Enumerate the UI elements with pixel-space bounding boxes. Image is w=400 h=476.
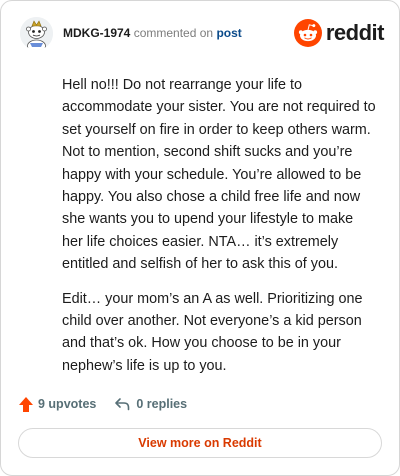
comment-meta: MDKG-1974 commented on post [63, 25, 242, 41]
action-text: commented on [133, 26, 214, 40]
comment-paragraph: Edit… your mom’s an A as well. Prioritiz… [62, 290, 363, 374]
post-link[interactable]: post [216, 26, 241, 40]
author-name[interactable]: MDKG-1974 [63, 26, 130, 40]
snoo-avatar-icon [20, 17, 53, 50]
upvote-arrow-icon [19, 396, 33, 412]
comment-paragraph: Hell no!!! Do not rearrange your life to… [62, 77, 376, 273]
view-more-button[interactable]: View more on Reddit [18, 428, 382, 458]
comment-body: Hell no!!! Do not rearrange your life to… [62, 74, 377, 389]
user-avatar[interactable] [20, 17, 53, 50]
replies-control[interactable]: 0 replies [114, 397, 187, 411]
reddit-logo[interactable]: reddit [293, 19, 385, 47]
comment-header: MDKG-1974 commented on post reddit [18, 17, 385, 53]
reply-arrow-icon [115, 398, 130, 411]
reddit-wordmark: reddit [325, 20, 385, 45]
comment-footer: 9 upvotes 0 replies [18, 393, 187, 415]
reddit-snoo-icon [293, 19, 322, 47]
upvote-count: 9 upvotes [38, 397, 97, 411]
upvote-control[interactable]: 9 upvotes [18, 396, 96, 413]
embedded-comment-card: MDKG-1974 commented on post reddit Hell … [0, 0, 400, 476]
reply-count: 0 replies [136, 397, 188, 411]
